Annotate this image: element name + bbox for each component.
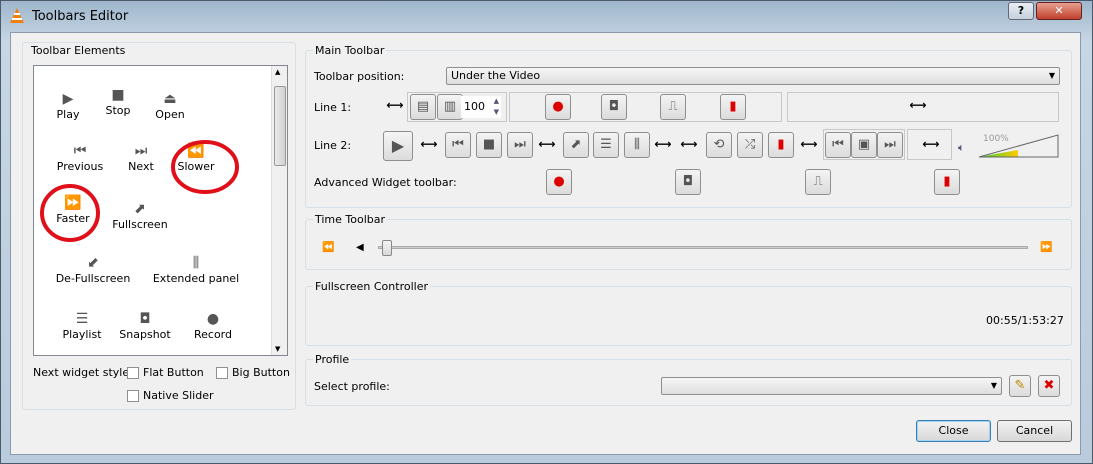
faster-icon[interactable]: ⏩ — [1040, 242, 1052, 253]
frame-effects-icon[interactable]: ▥ — [437, 94, 463, 120]
extended-panel-icon[interactable]: ⫼ — [624, 132, 650, 158]
scrollbar-thumb[interactable] — [274, 86, 286, 166]
select-profile-label: Select profile: — [314, 380, 390, 393]
element-open[interactable]: ⏏ Open — [125, 90, 215, 121]
prev-chapter-icon[interactable]: ⏮ — [825, 132, 851, 158]
line1-label: Line 1: — [314, 101, 352, 114]
scroll-down-icon[interactable]: ▼ — [275, 345, 280, 353]
next-icon[interactable]: ⏭ — [507, 132, 533, 158]
playlist-icon[interactable]: ☰ — [593, 132, 619, 158]
new-profile-icon[interactable]: ✎ — [1009, 375, 1031, 397]
help-button[interactable]: ? — [1008, 2, 1034, 20]
close-button[interactable]: Close — [916, 420, 991, 442]
previous-icon[interactable]: ⏮ — [445, 132, 471, 158]
toolbar-position-label: Toolbar position: — [314, 70, 405, 83]
advanced-label: Advanced Widget toolbar: — [314, 176, 457, 189]
cancel-button[interactable]: Cancel — [997, 420, 1072, 442]
spacer-icon[interactable]: ⟷ — [534, 131, 560, 157]
element-icon: ● — [206, 311, 220, 327]
spacer-icon[interactable]: ⟷ — [416, 131, 442, 157]
next-chapter-icon[interactable]: ⏭ — [877, 132, 903, 158]
record-icon[interactable]: ● — [545, 94, 571, 120]
speaker-icon[interactable]: 🔈︎ — [958, 141, 965, 155]
main-toolbar-title: Main Toolbar — [313, 44, 387, 57]
time-slider[interactable] — [378, 246, 1028, 249]
element-de-fullscreen[interactable]: ⬋ De-Fullscreen — [48, 254, 138, 285]
time-slider-handle[interactable] — [382, 240, 392, 256]
spacer-icon[interactable]: ⟷ — [918, 131, 944, 157]
window-close-button[interactable]: ✕ — [1036, 2, 1082, 20]
chevron-down-icon: ▼ — [1048, 71, 1055, 80]
fullscreen-title: Fullscreen Controller — [313, 280, 430, 293]
spacer-icon[interactable]: ⟷ — [905, 92, 931, 118]
profile-title: Profile — [313, 353, 352, 366]
element-record[interactable]: ● Record — [168, 310, 258, 341]
ab-loop-icon[interactable]: ⎍ — [660, 94, 686, 120]
volume-slider[interactable] — [978, 134, 1060, 158]
element-extended-panel[interactable]: ⫼ Extended panel — [151, 254, 241, 285]
toolbar-position-select[interactable]: Under the Video ▼ — [446, 67, 1060, 85]
chevron-down-icon: ▼ — [990, 381, 997, 390]
frame-by-frame-icon[interactable]: ▮ — [934, 169, 960, 195]
menu-icon[interactable]: ▣ — [851, 132, 877, 158]
snapshot-icon[interactable]: ◘ — [675, 169, 701, 195]
record-icon[interactable]: ● — [546, 169, 572, 195]
red-annotation-circles — [40, 140, 239, 242]
frame-by-frame-icon[interactable]: ▮ — [720, 94, 746, 120]
element-label: Extended panel — [152, 272, 240, 285]
time-toolbar-group — [305, 219, 1072, 270]
big-button-checkbox[interactable]: Big Button — [216, 366, 290, 379]
stop-icon[interactable]: ■ — [476, 132, 502, 158]
frame-visual-icon[interactable]: ▤ — [410, 94, 436, 120]
elements-scrollbar[interactable]: ▲ ▼ — [271, 66, 287, 355]
frame-back-icon[interactable]: ◀ — [356, 242, 364, 253]
time-toolbar-title: Time Toolbar — [313, 213, 388, 226]
fullscreen-controller-group — [305, 286, 1072, 346]
element-icon: ⏏ — [163, 91, 177, 107]
profile-select[interactable]: ▼ — [661, 377, 1002, 395]
element-icon: ⬋ — [87, 255, 99, 271]
vlc-cone-icon — [10, 8, 24, 23]
line2-label: Line 2: — [314, 139, 352, 152]
flat-button-checkbox[interactable]: Flat Button — [127, 366, 204, 379]
element-label: Open — [155, 108, 185, 121]
window-title: Toolbars Editor — [32, 9, 129, 24]
spacer-icon[interactable]: ⟷ — [382, 92, 408, 118]
element-label: Record — [193, 328, 232, 341]
scroll-up-icon[interactable]: ▲ — [275, 68, 280, 76]
element-label: De-Fullscreen — [55, 272, 131, 285]
next-widget-style-label: Next widget style: — [33, 366, 133, 379]
spacer-icon[interactable]: ⟷ — [796, 131, 822, 157]
snapshot-icon[interactable]: ◘ — [601, 94, 627, 120]
toolbar-elements-title: Toolbar Elements — [31, 44, 126, 57]
element-icon: ⫼ — [192, 255, 200, 271]
spacer-icon[interactable]: ⟷ — [650, 131, 676, 157]
time-display: 00:55/1:53:27 — [986, 314, 1064, 327]
play-icon[interactable]: ▶ — [383, 131, 413, 161]
spacer-icon[interactable]: ⟷ — [676, 131, 702, 157]
random-icon[interactable]: ⤮ — [737, 132, 763, 158]
loop-icon[interactable]: ⟲ — [706, 132, 732, 158]
fullscreen-icon[interactable]: ⬈ — [563, 132, 589, 158]
zoom-input[interactable]: 100 ▲ ▼ — [461, 96, 501, 118]
frame-by-frame-icon[interactable]: ▮ — [768, 132, 794, 158]
delete-profile-icon[interactable]: ✖ — [1038, 375, 1060, 397]
native-slider-checkbox[interactable]: Native Slider — [127, 389, 213, 402]
slower-icon[interactable]: ⏪ — [322, 242, 334, 253]
ab-loop-icon[interactable]: ⎍ — [805, 169, 831, 195]
